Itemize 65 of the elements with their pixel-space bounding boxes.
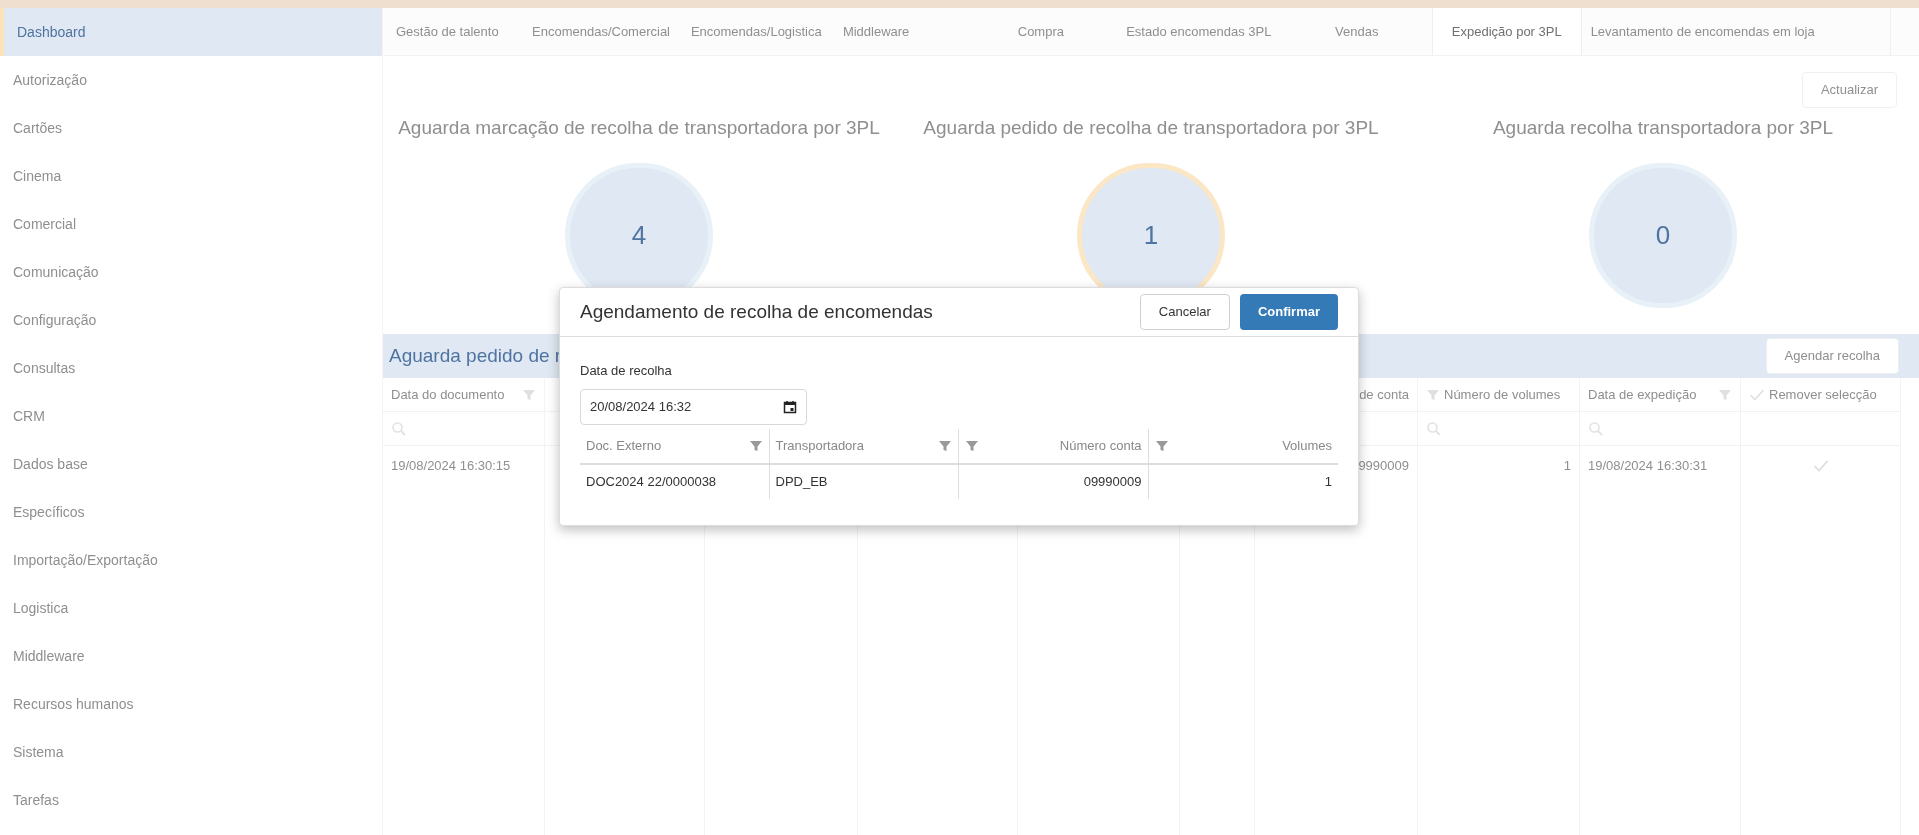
sidebar-item[interactable]: Específicos (0, 488, 382, 536)
gauge-title: Aguarda recolha transportadora por 3PL (1492, 116, 1834, 140)
filter-icon[interactable] (938, 438, 952, 453)
sidebar-item[interactable]: Sistema (0, 728, 382, 776)
sidebar-item[interactable]: Comunicação (0, 248, 382, 296)
calendar-icon[interactable] (783, 399, 797, 414)
dialog-title: Agendamento de recolha de encomendas (580, 299, 933, 324)
sidebar-item[interactable]: Cinema (0, 152, 382, 200)
sidebar-item[interactable]: CRM (0, 392, 382, 440)
table-cell-text: 1 (1563, 457, 1571, 476)
filter-icon[interactable] (1154, 438, 1169, 453)
table-cell-text: 19/08/2024 16:30:31 (1588, 457, 1708, 476)
column-header[interactable]: Remover selecção (1741, 378, 1900, 412)
filter-icon[interactable] (748, 438, 763, 453)
column-header[interactable]: Volumes (1148, 428, 1338, 465)
sidebar-item[interactable]: Consultas (0, 344, 382, 392)
check-icon (1749, 387, 1765, 402)
tab[interactable]: Levantamento de encomendas em loja (1581, 8, 1824, 55)
search-icon (391, 420, 407, 437)
tab[interactable]: Encomendas/Comercial (519, 8, 678, 55)
gauge-value: 1 (1143, 218, 1159, 252)
confirm-button[interactable]: Confirmar (1239, 294, 1338, 330)
sidebar-item[interactable]: Dados base (0, 440, 382, 488)
field-label: Data de recolha (580, 362, 673, 380)
column-header[interactable]: Data de expedição (1580, 378, 1740, 412)
search-icon (1426, 420, 1442, 437)
column-header[interactable]: Data do documento (383, 378, 544, 412)
gauge-title: Aguarda marcação de recolha de transportadora por 3PL (398, 116, 880, 140)
table-cell-text: DPD_EB (775, 472, 828, 491)
gauge-title: Aguarda pedido de recolha de transportadora por 3PL (923, 116, 1379, 140)
tab[interactable]: Gestão de talento (383, 8, 519, 55)
table-cell-text: 19/08/2024 16:30:15 (391, 457, 511, 476)
gauge-value: 0 (1655, 218, 1671, 252)
table-cell-text: 9990009 (1358, 457, 1409, 476)
tab[interactable]: Estado encomendas 3PL (1115, 8, 1282, 55)
sidebar-item[interactable]: Middleware (0, 632, 382, 680)
column-header[interactable]: Número de volumes (1418, 378, 1579, 412)
column-header[interactable]: Número conta (959, 428, 1148, 465)
column-header[interactable]: Doc. Externo (580, 428, 769, 465)
table-cell-text: 09990009 (1083, 472, 1142, 491)
checkmark-icon (1812, 459, 1829, 473)
cancel-button[interactable]: Cancelar (1139, 294, 1230, 330)
schedule-button[interactable]: Agendar recolha (1765, 338, 1899, 374)
sidebar-item[interactable]: Logistica (0, 584, 382, 632)
tab[interactable]: Encomendas/Logistica (677, 8, 830, 55)
gauge-value: 4 (631, 218, 647, 252)
tab[interactable]: Expedição por 3PL (1431, 8, 1582, 55)
column-header[interactable]: Transportadora (769, 428, 958, 465)
date-input-field[interactable]: 20/08/2024 16:32 (580, 388, 807, 425)
sidebar-item[interactable]: Tarefas (0, 776, 382, 824)
sidebar-item[interactable]: Dashboard (0, 8, 382, 56)
sidebar-item[interactable]: Comercial (0, 200, 382, 248)
tab[interactable]: Vendas (1281, 8, 1432, 55)
sidebar-item[interactable]: Cartões (0, 104, 382, 152)
search-icon (1588, 420, 1604, 437)
table-cell-text: DOC2024 22/0000038 (586, 472, 717, 491)
sidebar-item[interactable]: Recursos humanos (0, 680, 382, 728)
table-cell-text: 1 (1324, 472, 1332, 491)
tab[interactable]: Compra (965, 8, 1116, 55)
refresh-button[interactable]: Actualizar (1801, 72, 1897, 108)
sidebar-item[interactable]: Importação/Exportação (0, 536, 382, 584)
tab[interactable]: Middleware (829, 8, 966, 55)
sidebar-item[interactable]: Autorização (0, 56, 382, 104)
filter-icon[interactable] (965, 438, 979, 453)
sidebar-item[interactable]: Configuração (0, 296, 382, 344)
